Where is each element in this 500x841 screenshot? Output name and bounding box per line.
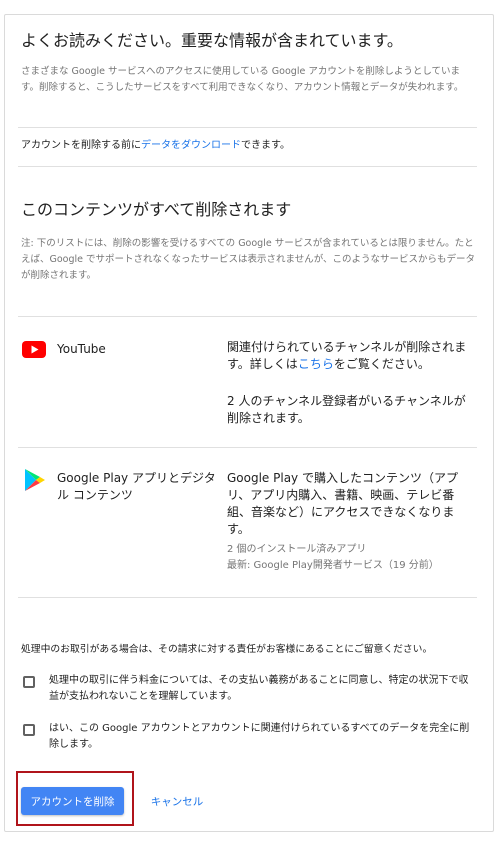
- service-desc-suffix: をご覧ください。: [333, 357, 430, 371]
- confirm-delete-label[interactable]: はい、この Google アカウントとアカウントに関連付けられているすべてのデー…: [49, 721, 474, 753]
- warning-title: よくお読みください。重要な情報が含まれています。: [21, 31, 403, 50]
- service-description: Google Play で購入したコンテンツ（アプリ、アプリ内購入、書籍、映画、…: [227, 471, 458, 536]
- service-row-youtube: YouTube 関連付けられているチャンネルが削除されます。詳しくはこちらをご覧…: [18, 330, 478, 430]
- agree-charges-label[interactable]: 処理中の取引に伴う料金については、その支払い義務があることに同意し、特定の状況下…: [49, 673, 474, 705]
- service-name: YouTube: [57, 342, 106, 356]
- download-notice: アカウントを削除する前にデータをダウンロードできます。: [21, 137, 481, 154]
- download-prefix: アカウントを削除する前に: [21, 140, 141, 151]
- service-detail: 2 人のチャンネル登録者がいるチャンネルが削除されます。: [227, 394, 466, 425]
- divider: [18, 447, 477, 448]
- latest-app: 最新: Google Play開発者サービス（19 分前）: [227, 560, 439, 571]
- delete-account-button[interactable]: アカウントを削除: [21, 787, 124, 815]
- download-data-link[interactable]: データをダウンロード: [141, 140, 241, 151]
- divider: [18, 316, 477, 317]
- divider: [18, 597, 477, 598]
- content-section-title: このコンテンツがすべて削除されます: [21, 200, 292, 219]
- download-suffix: できます。: [241, 140, 290, 151]
- content-section-note: 注: 下のリストには、削除の影響を受けるすべての Google サービスが含まれ…: [21, 238, 476, 281]
- divider: [18, 166, 477, 167]
- transactions-notice: 処理中のお取引がある場合は、その請求に対する責任がお客様にあることにご留意くださ…: [21, 644, 433, 655]
- divider: [18, 127, 477, 128]
- installed-apps-count: 2 個のインストール済みアプリ: [227, 544, 367, 555]
- service-description: 関連付けられているチャンネルが削除されます。詳しくはこちらをご覧ください。: [227, 339, 477, 373]
- learn-more-link[interactable]: こちら: [298, 357, 334, 371]
- service-row-google-play: Google Play アプリとデジタル コンテンツ Google Play で…: [18, 462, 478, 592]
- youtube-icon: [22, 341, 46, 358]
- cancel-button[interactable]: キャンセル: [142, 787, 212, 815]
- agree-charges-checkbox[interactable]: [23, 676, 35, 688]
- warning-description: さまざまな Google サービスへのアクセスに使用している Google アカ…: [21, 66, 464, 93]
- confirm-delete-checkbox[interactable]: [23, 724, 35, 736]
- google-play-icon: [24, 468, 46, 492]
- service-name: Google Play アプリとデジタル コンテンツ: [57, 471, 216, 502]
